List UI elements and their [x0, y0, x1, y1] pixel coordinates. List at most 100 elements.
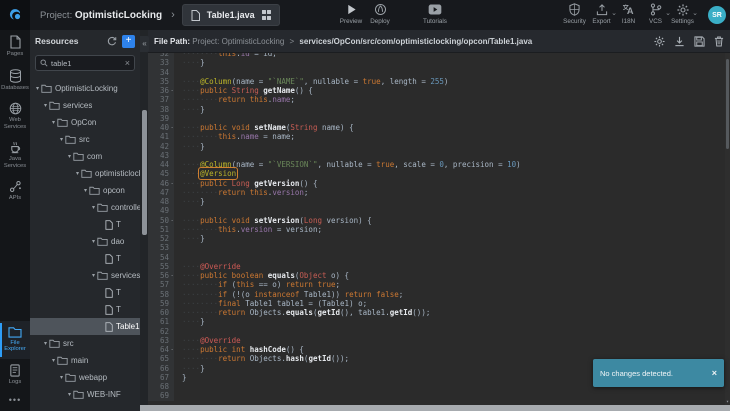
sidebar-item-java-services[interactable]: Java Services	[0, 136, 30, 175]
file-settings-gear-icon[interactable]	[654, 36, 665, 47]
fold-marker-icon[interactable]: -	[170, 179, 174, 188]
tree-item-services[interactable]: ▾services	[30, 97, 140, 114]
tree-expand-arrow-icon[interactable]: ▾	[66, 153, 73, 160]
tree-item-services[interactable]: ▾services	[30, 267, 140, 284]
code-line[interactable]: 51········this.version = version;	[148, 225, 730, 234]
download-icon[interactable]	[674, 36, 685, 47]
save-icon[interactable]	[694, 36, 705, 47]
code-line[interactable]: 62	[148, 327, 730, 336]
code-line[interactable]: 45····@Version	[148, 169, 730, 178]
tree-expand-arrow-icon[interactable]: ▾	[66, 391, 73, 398]
code-line[interactable]: 60········return Objects.equals(getId(),…	[148, 308, 730, 317]
code-line[interactable]: 34	[148, 68, 730, 77]
app-logo-icon[interactable]	[0, 0, 30, 30]
code-line[interactable]: 50-····public void setVersion(Long versi…	[148, 216, 730, 225]
fold-marker-icon[interactable]: -	[170, 86, 174, 95]
tree-expand-arrow-icon[interactable]: ▾	[50, 119, 57, 126]
tree-item-optimisticlocking[interactable]: ▾OptimisticLocking	[30, 80, 140, 97]
code-line[interactable]: 43	[148, 151, 730, 160]
tree-expand-arrow-icon[interactable]: ▾	[90, 204, 97, 211]
tree-item-controller[interactable]: ▾controller	[30, 199, 140, 216]
topbar-action-export[interactable]: Export⌄	[588, 2, 615, 25]
tree-item-opcon[interactable]: ▾OpCon	[30, 114, 140, 131]
scrollbar-thumb[interactable]	[142, 110, 147, 235]
code-line[interactable]: 64-····public int hashCode() {	[148, 345, 730, 354]
code-line[interactable]: 48····}	[148, 197, 730, 206]
code-line[interactable]: 40-····public void setName(String name) …	[148, 123, 730, 132]
tree-item-dao[interactable]: ▾dao	[30, 233, 140, 250]
tree-expand-arrow-icon[interactable]: ▾	[74, 170, 81, 177]
tree-item-src[interactable]: ▾src	[30, 335, 140, 352]
sidebar-item-databases[interactable]: Databases	[0, 64, 30, 98]
tree-expand-arrow-icon[interactable]: ▾	[42, 340, 49, 347]
topbar-action-tutorials[interactable]: Tutorials	[418, 2, 452, 25]
code-line[interactable]: 37········return this.name;	[148, 95, 730, 104]
editor-horizontal-scrollbar[interactable]	[140, 405, 730, 411]
code-editor[interactable]: 32········this.id = id;33····}3435····@C…	[148, 53, 730, 405]
tree-expand-arrow-icon[interactable]: ▾	[58, 374, 65, 381]
code-line[interactable]: 59········final Table1 table1 = (Table1)…	[148, 299, 730, 308]
tree-item-src[interactable]: ▾src	[30, 131, 140, 148]
tree-expand-arrow-icon[interactable]: ▾	[90, 272, 97, 279]
tree-expand-arrow-icon[interactable]: ▾	[82, 187, 89, 194]
code-line[interactable]: 53	[148, 243, 730, 252]
tree-item-com[interactable]: ▾com	[30, 148, 140, 165]
fold-marker-icon[interactable]: -	[170, 123, 174, 132]
code-line[interactable]: 42····}	[148, 142, 730, 151]
tree-expand-arrow-icon[interactable]: ▾	[34, 85, 41, 92]
code-line[interactable]: 47········return this.version;	[148, 188, 730, 197]
tree-item-t[interactable]: T	[30, 250, 140, 267]
editor-vertical-scrollbar[interactable]: ▾	[725, 53, 730, 405]
sidebar-item-apis[interactable]: APIs	[0, 175, 30, 208]
topbar-action-i18n[interactable]: AI18N	[615, 2, 642, 25]
tree-item-main[interactable]: ▾main	[30, 352, 140, 369]
tree-item-table1-java[interactable]: Table1.java	[30, 318, 140, 335]
topbar-action-settings[interactable]: Settings⌄	[669, 2, 696, 25]
code-line[interactable]: 46-····public Long getVersion() {	[148, 179, 730, 188]
sidebar-item-pages[interactable]: Pages	[0, 30, 30, 64]
code-line[interactable]: 61····}	[148, 317, 730, 326]
tree-expand-arrow-icon[interactable]: ▾	[50, 357, 57, 364]
code-line[interactable]: 69	[148, 391, 730, 400]
refresh-icon[interactable]	[106, 36, 117, 47]
sidebar-item-web-services[interactable]: Web Services	[0, 97, 30, 136]
tree-expand-arrow-icon[interactable]: ▾	[58, 136, 65, 143]
tree-item-t[interactable]: T	[30, 216, 140, 233]
tree-item-t[interactable]: T	[30, 301, 140, 318]
collapse-panel-icon[interactable]: «	[140, 36, 149, 52]
code-line[interactable]: 36-····public String getName() {	[148, 86, 730, 95]
toast-close-icon[interactable]: ×	[712, 368, 717, 378]
code-line[interactable]: 54	[148, 253, 730, 262]
code-line[interactable]: 39	[148, 114, 730, 123]
resources-scrollbar[interactable]	[140, 30, 148, 411]
topbar-action-security[interactable]: Security	[561, 2, 588, 25]
code-line[interactable]: 49	[148, 206, 730, 215]
delete-trash-icon[interactable]	[714, 36, 724, 47]
grid-icon[interactable]	[262, 10, 272, 20]
search-input[interactable]	[51, 59, 122, 68]
code-line[interactable]: 63····@Override	[148, 336, 730, 345]
add-resource-button[interactable]: +	[122, 35, 135, 48]
tree-item-web-inf[interactable]: ▾WEB-INF	[30, 386, 140, 403]
rail-overflow-dots[interactable]: •••	[0, 391, 30, 411]
sidebar-item-file-explorer[interactable]: File Explorer	[0, 321, 30, 359]
fold-marker-icon[interactable]: -	[170, 345, 174, 354]
tree-item-optimisticlocking[interactable]: ▾optimisticlocking	[30, 165, 140, 182]
tree-item-webapp[interactable]: ▾webapp	[30, 369, 140, 386]
avatar[interactable]: SR	[708, 6, 726, 24]
fold-marker-icon[interactable]: -	[170, 216, 174, 225]
code-line[interactable]: 52····}	[148, 234, 730, 243]
fold-marker-icon[interactable]: -	[170, 271, 174, 280]
code-line[interactable]: 55····@Override	[148, 262, 730, 271]
code-line[interactable]: 57········if (this == o) return true;	[148, 280, 730, 289]
sidebar-item-logs[interactable]: Logs	[0, 359, 30, 392]
code-line[interactable]: 38····}	[148, 105, 730, 114]
tree-expand-arrow-icon[interactable]: ▾	[42, 102, 49, 109]
tab-table1-java[interactable]: Table1.java	[182, 4, 280, 26]
scrollbar-thumb[interactable]	[726, 59, 729, 149]
topbar-action-deploy[interactable]: Deploy	[363, 2, 397, 25]
code-line[interactable]: 56-····public boolean equals(Object o) {	[148, 271, 730, 280]
code-line[interactable]: 41········this.name = name;	[148, 132, 730, 141]
code-line[interactable]: 44····@Column(name = "`VERSION`", nullab…	[148, 160, 730, 169]
tree-item-opcon[interactable]: ▾opcon	[30, 182, 140, 199]
